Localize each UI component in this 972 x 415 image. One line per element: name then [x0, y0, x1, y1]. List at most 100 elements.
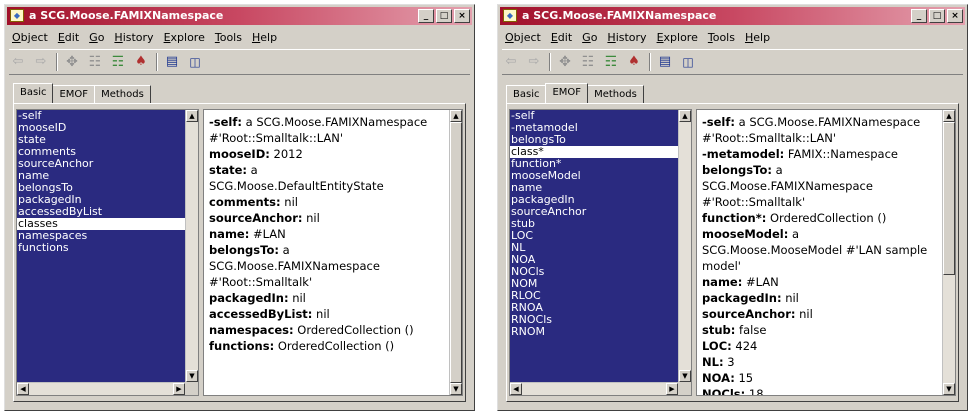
detail-line: state: a	[209, 162, 446, 178]
field-list-vscrollbar[interactable]: ▲ ▼	[678, 110, 691, 382]
tab-methods[interactable]: Methods	[94, 85, 151, 103]
minimize-button[interactable]: _	[911, 9, 927, 23]
tab-emof[interactable]: EMOF	[545, 83, 589, 103]
scroll-left-icon[interactable]: ◀	[510, 383, 522, 395]
close-button[interactable]: ×	[454, 9, 470, 23]
tab-methods[interactable]: Methods	[587, 85, 644, 103]
back-arrow-icon[interactable]: ⇦	[9, 53, 27, 71]
scroll-thumb[interactable]	[450, 122, 462, 383]
menu-tools[interactable]: Tools	[210, 31, 247, 44]
move-icon[interactable]: ✥	[63, 53, 81, 71]
detail-line: namespaces: OrderedCollection ()	[209, 322, 446, 338]
menu-bar: Object Edit Go History Explore Tools Hel…	[500, 27, 965, 47]
menu-explore[interactable]: Explore	[652, 31, 703, 44]
field-list-hscrollbar[interactable]: ◀ ▶	[17, 382, 185, 395]
menu-go[interactable]: Go	[577, 31, 602, 44]
scroll-down-icon[interactable]: ▼	[186, 370, 198, 382]
menu-help[interactable]: Help	[247, 31, 282, 44]
detail-key: LOC:	[702, 339, 732, 353]
browse-icon[interactable]: ▤	[656, 53, 674, 71]
hierarchy-icon[interactable]: ☷	[86, 53, 104, 71]
window-title: a SCG.Moose.FAMIXNamespace	[29, 9, 224, 22]
menu-edit[interactable]: Edit	[546, 31, 577, 44]
detail-text-panel[interactable]: -self: a SCG.Moose.FAMIXNamespace #'Root:…	[203, 109, 463, 396]
scroll-left-icon[interactable]: ◀	[17, 383, 29, 395]
window-icon[interactable]: ◫	[679, 53, 697, 71]
maximize-button[interactable]: □	[436, 9, 452, 23]
title-bar[interactable]: ◆ a SCG.Moose.FAMIXNamespace _ □ ×	[500, 7, 965, 25]
menu-explore[interactable]: Explore	[159, 31, 210, 44]
field-list-hscrollbar[interactable]: ◀ ▶	[510, 382, 678, 395]
field-list-item[interactable]: LOC	[510, 230, 678, 242]
people-icon[interactable]: ♠	[132, 53, 150, 71]
field-list-item[interactable]: RNOM	[510, 326, 678, 338]
detail-key: accessedByList:	[209, 307, 313, 321]
detail-line: mooseID: 2012	[209, 146, 446, 162]
forward-arrow-icon[interactable]: ⇨	[32, 53, 50, 71]
detail-value: #'Root::Smalltalk'	[209, 275, 313, 289]
menu-object[interactable]: Object	[500, 31, 546, 44]
detail-value: 3	[723, 355, 735, 369]
menu-help[interactable]: Help	[740, 31, 775, 44]
detail-key: stub:	[702, 323, 736, 337]
field-list-item[interactable]: stub	[510, 218, 678, 230]
field-list[interactable]: -self -metamodel belongsTo class* function* m…	[510, 110, 678, 382]
menu-history[interactable]: History	[602, 31, 651, 44]
scroll-right-icon[interactable]: ▶	[173, 383, 185, 395]
detail-key: NL:	[702, 355, 724, 369]
detail-value: a SCG.Moose.FAMIXNamespace	[241, 115, 428, 129]
detail-value: 18	[745, 387, 764, 396]
back-arrow-icon[interactable]: ⇦	[502, 53, 520, 71]
detail-value: a	[278, 243, 290, 257]
detail-vscrollbar[interactable]: ▲ ▼	[449, 110, 462, 395]
detail-vscrollbar[interactable]: ▲ ▼	[942, 110, 955, 395]
forward-arrow-icon[interactable]: ⇨	[525, 53, 543, 71]
detail-line: stub: false	[702, 322, 939, 338]
tree-icon[interactable]: ☶	[602, 53, 620, 71]
menu-object[interactable]: Object	[7, 31, 53, 44]
detail-value: nil	[288, 291, 306, 305]
maximize-button[interactable]: □	[929, 9, 945, 23]
field-list[interactable]: -self mooseID state comments sourceAnchor nam…	[17, 110, 185, 382]
scroll-right-icon[interactable]: ▶	[666, 383, 678, 395]
close-button[interactable]: ×	[947, 9, 963, 23]
menu-tools[interactable]: Tools	[703, 31, 740, 44]
field-list-item[interactable]: NL	[510, 242, 678, 254]
scroll-down-icon[interactable]: ▼	[679, 370, 691, 382]
people-icon[interactable]: ♠	[625, 53, 643, 71]
scroll-up-icon[interactable]: ▲	[186, 110, 198, 122]
tab-emof[interactable]: EMOF	[52, 85, 96, 103]
detail-line: name: #LAN	[209, 226, 446, 242]
field-list-item[interactable]: sourceAnchor	[510, 206, 678, 218]
title-bar[interactable]: ◆ a SCG.Moose.FAMIXNamespace _ □ ×	[7, 7, 472, 25]
menu-edit[interactable]: Edit	[53, 31, 84, 44]
detail-value: nil	[795, 307, 813, 321]
field-list-item[interactable]: functions	[17, 242, 185, 254]
browse-icon[interactable]: ▤	[163, 53, 181, 71]
detail-value: nil	[781, 291, 799, 305]
detail-key: belongsTo:	[702, 163, 772, 177]
scroll-up-icon[interactable]: ▲	[679, 110, 691, 122]
field-list-vscrollbar[interactable]: ▲ ▼	[185, 110, 198, 382]
scroll-thumb[interactable]	[943, 122, 955, 275]
menu-go[interactable]: Go	[84, 31, 109, 44]
scroll-up-icon[interactable]: ▲	[450, 110, 462, 122]
scroll-down-icon[interactable]: ▼	[450, 383, 462, 395]
hierarchy-icon[interactable]: ☷	[579, 53, 597, 71]
detail-value: SCG.Moose.MooseModel #'LAN sample	[702, 243, 928, 257]
tab-basic[interactable]: Basic	[506, 85, 547, 103]
toolbar-separator	[549, 53, 551, 71]
window-icon[interactable]: ◫	[186, 53, 204, 71]
tree-icon[interactable]: ☶	[109, 53, 127, 71]
scroll-up-icon[interactable]: ▲	[943, 110, 955, 122]
scroll-down-icon[interactable]: ▼	[943, 383, 955, 395]
detail-text-panel[interactable]: -self: a SCG.Moose.FAMIXNamespace #'Root:…	[696, 109, 956, 396]
minimize-button[interactable]: _	[418, 9, 434, 23]
menu-bar: Object Edit Go History Explore Tools Hel…	[7, 27, 472, 47]
detail-key: sourceAnchor:	[209, 211, 303, 225]
detail-line: SCG.Moose.FAMIXNamespace	[209, 258, 446, 274]
detail-value: model'	[702, 259, 741, 273]
move-icon[interactable]: ✥	[556, 53, 574, 71]
menu-history[interactable]: History	[109, 31, 158, 44]
tab-basic[interactable]: Basic	[13, 83, 54, 103]
